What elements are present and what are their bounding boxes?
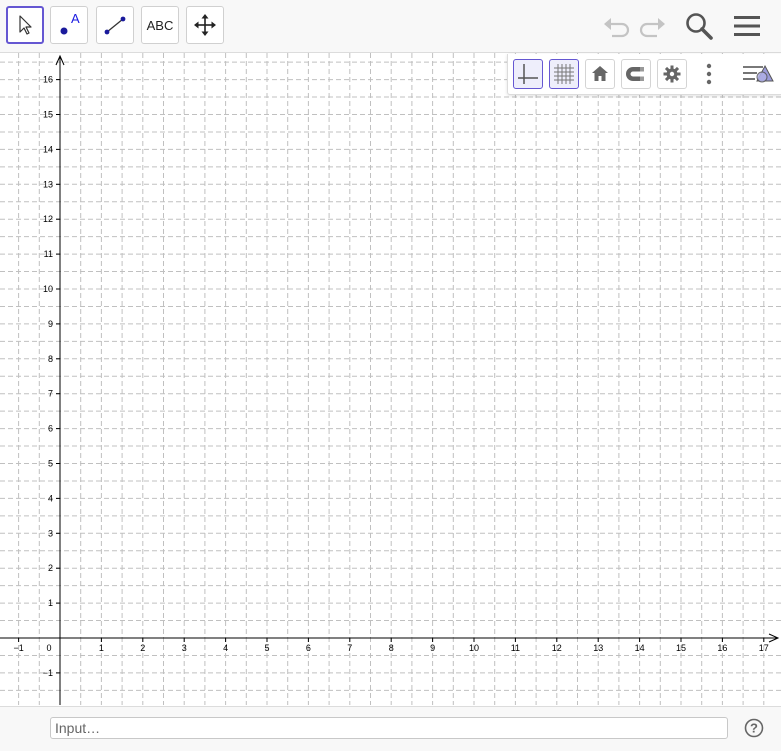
main-menu-button[interactable] [731, 10, 763, 42]
y-tick-label: 4 [48, 493, 53, 503]
y-tick-label: 11 [44, 249, 53, 259]
axes [0, 54, 780, 705]
x-tick-label: 13 [593, 643, 603, 653]
menu-icon [734, 16, 760, 36]
grid-icon [554, 64, 574, 84]
help-button[interactable]: ? [744, 718, 764, 738]
x-axis-tick-labels: −1 0 1 2 3 4 5 6 7 8 9 10 11 12 13 14 15 16 17 [13, 643, 768, 653]
x-tick-label: 11 [511, 643, 520, 653]
point-capturing-button[interactable] [621, 59, 651, 89]
more-vertical-icon [706, 63, 712, 85]
x-tick-label: 10 [469, 643, 479, 653]
x-tick-label: 0 [46, 643, 51, 653]
toggle-style-bar-icon [743, 64, 774, 83]
graphics-view[interactable]: −1 0 1 2 3 4 5 6 7 8 9 10 11 12 13 14 15 16 17 −1123456789… [0, 53, 781, 705]
arrow-pointer-icon [19, 15, 32, 35]
y-tick-label: 10 [43, 284, 53, 294]
help-icon: ? [744, 718, 764, 738]
style-bar [507, 54, 781, 95]
toggle-style-bar-button[interactable] [740, 59, 776, 89]
y-tick-label: 15 [43, 110, 53, 120]
y-tick-label: 5 [48, 459, 53, 469]
search-button[interactable] [683, 10, 715, 42]
y-tick-label: 1 [48, 598, 53, 608]
x-tick-label: 7 [347, 643, 352, 653]
y-tick-label: 13 [43, 179, 53, 189]
point-icon: A [60, 11, 80, 35]
redo-button[interactable] [637, 10, 669, 42]
y-tick-label: 3 [48, 528, 53, 538]
home-icon [592, 66, 608, 81]
y-tick-label: 6 [48, 424, 53, 434]
algebra-input-field[interactable] [50, 717, 728, 739]
x-tick-label: 14 [635, 643, 645, 653]
x-tick-label: 4 [223, 643, 228, 653]
y-tick-label: 8 [48, 354, 53, 364]
x-tick-label: 2 [140, 643, 145, 653]
input-bar: ? [0, 706, 781, 751]
show-grid-button[interactable] [549, 59, 579, 89]
show-axes-button[interactable] [513, 59, 543, 89]
y-tick-label: −1 [43, 668, 53, 678]
point-tool-button[interactable]: A [50, 6, 88, 44]
y-tick-label: 14 [43, 144, 53, 154]
y-tick-label: 7 [48, 389, 53, 399]
undo-icon [604, 18, 630, 38]
point-tool-label: A [71, 11, 80, 26]
standard-view-button[interactable] [585, 59, 615, 89]
magnet-icon [626, 67, 644, 81]
grid [0, 53, 781, 705]
move-arrows-icon [194, 14, 216, 36]
y-tick-label: 2 [48, 563, 53, 573]
move-tool-button[interactable] [6, 6, 44, 44]
x-tick-label: 15 [676, 643, 686, 653]
x-tick-label: 12 [552, 643, 562, 653]
more-options-button[interactable] [694, 59, 724, 89]
x-tick-label: 3 [182, 643, 187, 653]
x-tick-label: 8 [389, 643, 394, 653]
segment-tool-button[interactable] [96, 6, 134, 44]
text-icon: ABC [146, 17, 174, 33]
y-tick-label: 16 [43, 75, 53, 85]
x-tick-label: 16 [717, 643, 727, 653]
x-tick-label: −1 [13, 643, 23, 653]
search-icon [686, 13, 713, 40]
y-tick-label: 12 [43, 214, 53, 224]
axes-icon [518, 64, 538, 84]
graphics-settings-button[interactable] [657, 59, 687, 89]
undo-button[interactable] [600, 10, 632, 42]
segment-icon [104, 16, 126, 35]
gear-icon [663, 65, 681, 83]
move-graphics-view-tool-button[interactable] [186, 6, 224, 44]
x-tick-label: 5 [264, 643, 269, 653]
x-tick-label: 9 [430, 643, 435, 653]
redo-icon [639, 18, 665, 38]
y-tick-label: 9 [48, 319, 53, 329]
toolbar: A ABC [0, 0, 781, 53]
text-tool-button[interactable]: ABC [141, 6, 179, 44]
help-icon-label: ? [750, 721, 758, 736]
x-tick-label: 1 [99, 643, 104, 653]
x-tick-label: 6 [306, 643, 311, 653]
x-tick-label: 17 [759, 643, 769, 653]
